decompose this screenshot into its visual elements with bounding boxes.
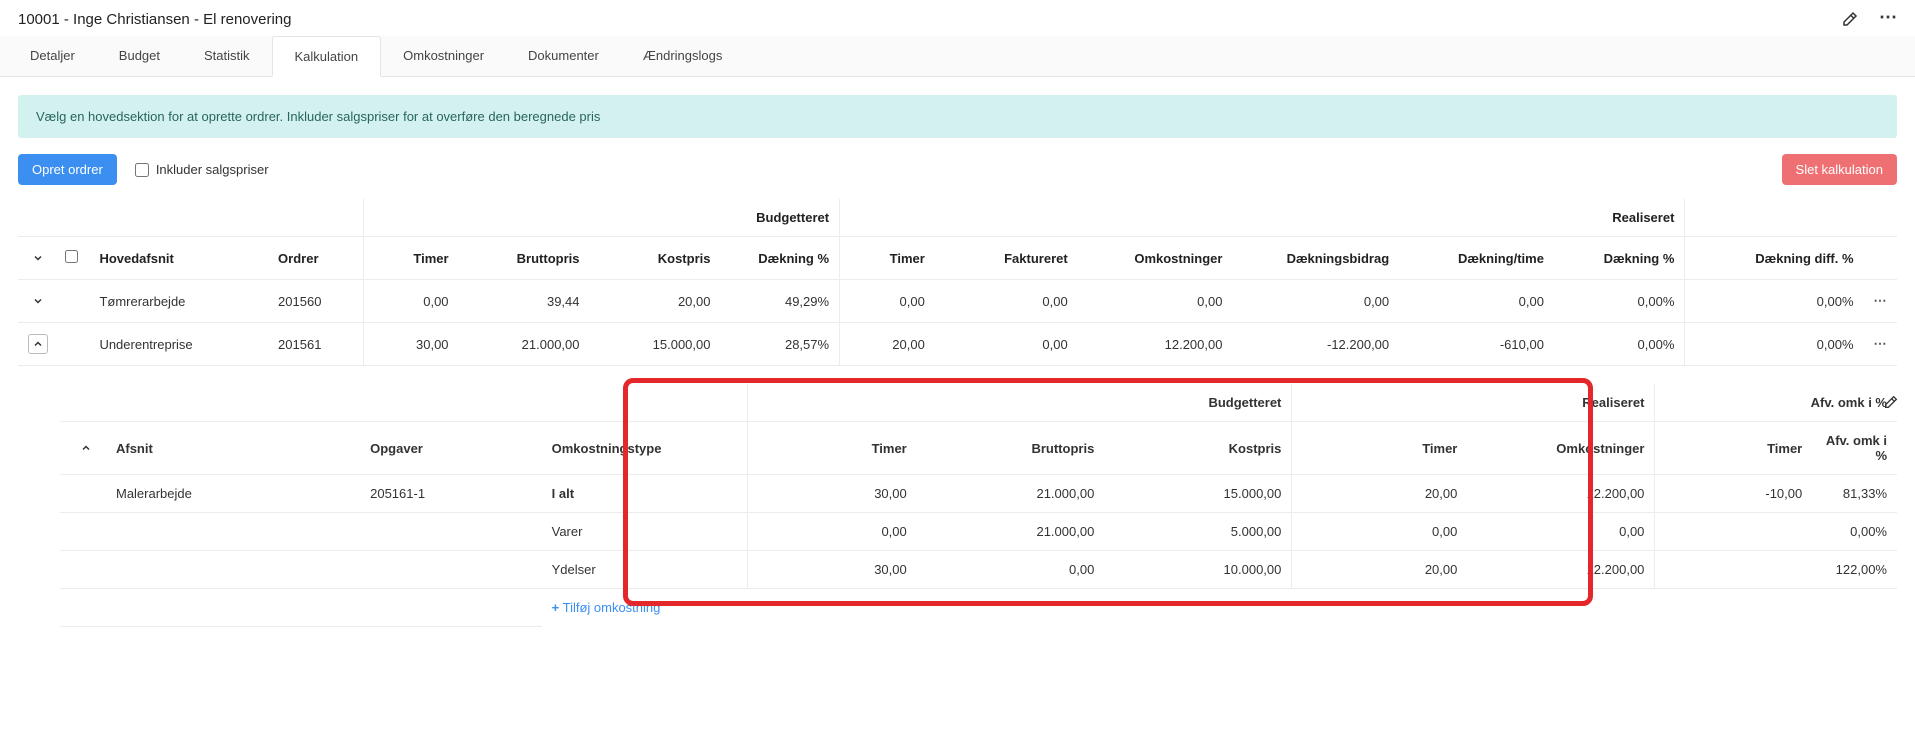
tab-bar: Detaljer Budget Statistik Kalkulation Om…	[0, 36, 1915, 77]
page-title: 10001 - Inge Christiansen - El renoverin…	[18, 11, 1821, 28]
row-more-icon[interactable]: ⋯	[1864, 280, 1897, 323]
table-row[interactable]: Tømrerarbejde 201560 0,00 39,44 20,00 49…	[18, 280, 1897, 323]
col-r-omk: Omkostninger	[1078, 237, 1233, 280]
dcol-omktype: Omkostningstype	[542, 422, 748, 475]
col-b-timer: Timer	[363, 237, 458, 280]
tab-dokumenter[interactable]: Dokumenter	[506, 36, 621, 76]
tab-budget[interactable]: Budget	[97, 36, 182, 76]
detail-panel: Budgetteret Realiseret Afv. omk i % Afsn…	[60, 384, 1897, 627]
edit-icon[interactable]	[1841, 10, 1859, 28]
dcol-group-dev: Afv. omk i %	[1655, 384, 1897, 422]
dcol-b-timer: Timer	[747, 422, 916, 475]
dcol-group-realized: Realiseret	[1292, 384, 1655, 422]
include-prices-checkbox[interactable]	[135, 163, 149, 177]
col-b-daek: Dækning %	[720, 237, 839, 280]
plus-icon: +	[552, 600, 560, 615]
col-section: Hovedafsnit	[89, 237, 268, 280]
main-grid: Budgetteret Realiseret Hovedafsnit Ordre…	[18, 199, 1897, 366]
cell-section: Underentreprise	[89, 323, 268, 366]
detail-row[interactable]: Malerarbejde 205161-1 I alt 30,00 21.000…	[60, 475, 1897, 513]
col-r-daekpct: Dækning %	[1554, 237, 1685, 280]
col-diff: Dækning diff. %	[1685, 237, 1864, 280]
page-header: 10001 - Inge Christiansen - El renoverin…	[0, 0, 1915, 36]
toolbar: Opret ordrer Inkluder salgspriser Slet k…	[18, 154, 1897, 185]
expand-row-button[interactable]	[28, 291, 48, 311]
col-b-brutto: Bruttopris	[459, 237, 590, 280]
dcol-group-budget: Budgetteret	[747, 384, 1292, 422]
detail-collapse-button[interactable]	[76, 438, 96, 458]
dcol-r-omk: Omkostninger	[1467, 422, 1655, 475]
collapse-row-button[interactable]	[28, 334, 48, 354]
include-prices-checkbox-wrap[interactable]: Inkluder salgspriser	[135, 162, 269, 177]
create-orders-button[interactable]: Opret ordrer	[18, 154, 117, 185]
add-cost-link[interactable]: + Tilføj omkostning	[552, 600, 661, 615]
info-notice: Vælg en hovedsektion for at oprette ordr…	[18, 95, 1897, 138]
cell-section: Tømrerarbejde	[89, 280, 268, 323]
more-icon[interactable]: ⋯	[1879, 10, 1897, 28]
detail-row[interactable]: Ydelser 30,00 0,00 10.000,00 20,00 12.20…	[60, 551, 1897, 589]
dcol-d-pct: Afv. omk i %	[1812, 422, 1897, 475]
detail-grid: Budgetteret Realiseret Afv. omk i % Afsn…	[60, 384, 1897, 627]
delete-calc-button[interactable]: Slet kalkulation	[1782, 154, 1897, 185]
col-group-budget: Budgetteret	[363, 199, 839, 237]
col-orders: Ordrer	[268, 237, 363, 280]
dcol-b-brutto: Bruttopris	[917, 422, 1105, 475]
detail-row[interactable]: Varer 0,00 21.000,00 5.000,00 0,00 0,00 …	[60, 513, 1897, 551]
row-more-icon[interactable]: ⋯	[1864, 323, 1897, 366]
col-r-daekbidrag: Dækningsbidrag	[1232, 237, 1399, 280]
col-r-timer: Timer	[840, 237, 935, 280]
dcol-afsnit: Afsnit	[106, 422, 360, 475]
cell-orders: 201560	[268, 280, 363, 323]
dcol-d-timer: Timer	[1655, 422, 1812, 475]
col-group-realized: Realiseret	[840, 199, 1685, 237]
cell-orders: 201561	[268, 323, 363, 366]
dcol-b-kost: Kostpris	[1104, 422, 1292, 475]
dcol-r-timer: Timer	[1292, 422, 1467, 475]
col-b-kost: Kostpris	[590, 237, 721, 280]
tab-kalkulation[interactable]: Kalkulation	[272, 36, 382, 77]
tab-omkostninger[interactable]: Omkostninger	[381, 36, 506, 76]
expand-all-button[interactable]	[28, 248, 48, 268]
tab-detaljer[interactable]: Detaljer	[8, 36, 97, 76]
table-row[interactable]: Underentreprise 201561 30,00 21.000,00 1…	[18, 323, 1897, 366]
select-all-checkbox[interactable]	[65, 250, 78, 263]
detail-edit-icon[interactable]	[1883, 394, 1899, 410]
tab-aendringslogs[interactable]: Ændringslogs	[621, 36, 745, 76]
col-r-daektime: Dækning/time	[1399, 237, 1554, 280]
include-prices-label: Inkluder salgspriser	[156, 162, 269, 177]
dcol-opgaver: Opgaver	[360, 422, 542, 475]
tab-statistik[interactable]: Statistik	[182, 36, 272, 76]
col-r-fakt: Faktureret	[935, 237, 1078, 280]
